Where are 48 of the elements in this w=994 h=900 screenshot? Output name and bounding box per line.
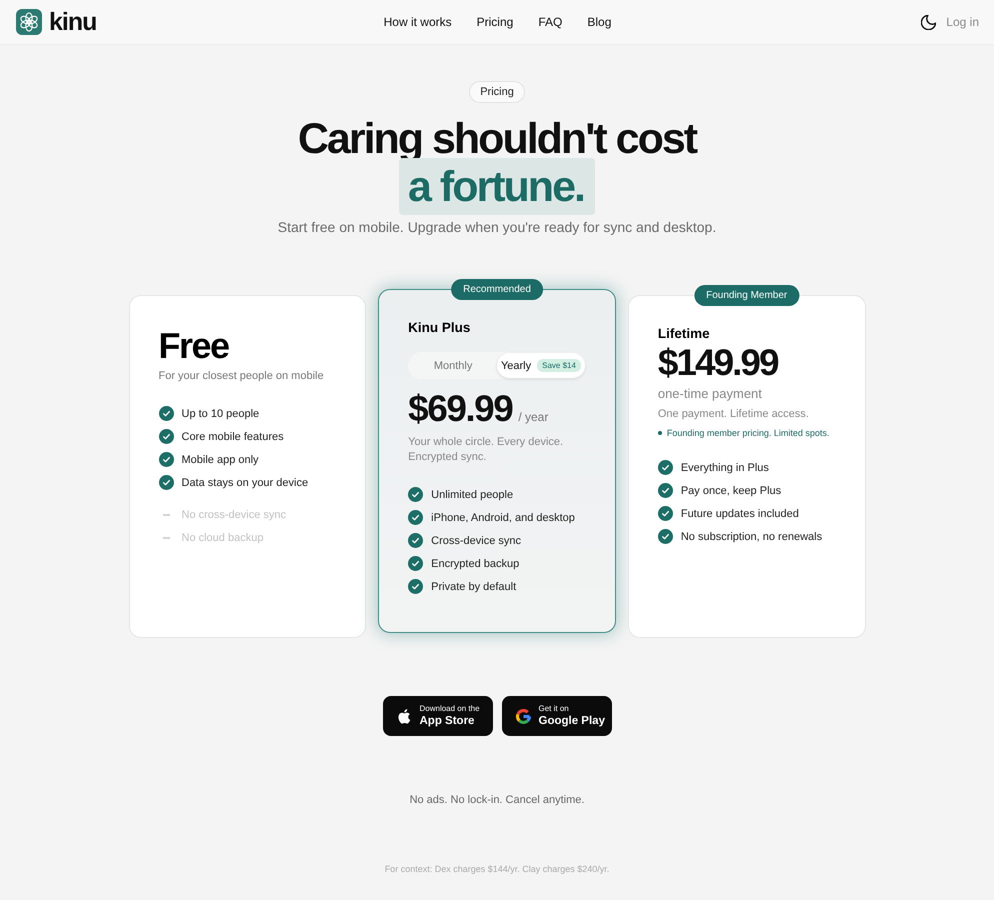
feature-text: iPhone, Android, and desktop xyxy=(431,512,575,524)
billing-option[interactable]: Monthly xyxy=(409,353,498,378)
plan-badge: Recommended xyxy=(451,279,543,300)
save-badge: Save $14 xyxy=(537,359,581,372)
plan-note: Founding member pricing. Limited spots. xyxy=(666,428,830,438)
plan-name: Free xyxy=(158,326,229,366)
hero-headline: Caring shouldn't cost a fortune. xyxy=(298,120,696,215)
hero-subtitle: Start free on mobile. Upgrade when you're ready for sync and desktop. xyxy=(278,219,716,235)
plan-name: Kinu Plus xyxy=(408,320,470,336)
feature-text: Up to 10 people xyxy=(182,408,260,420)
feature-text: Core mobile features xyxy=(182,430,284,442)
feature-text: Private by default xyxy=(431,580,516,592)
billing-option[interactable]: Yearly Save $14 xyxy=(497,353,585,378)
guarantee-text: No ads. No lock-in. Cancel anytime. xyxy=(410,794,584,806)
feature-text: No cross-device sync xyxy=(182,508,286,520)
section-label: Pricing xyxy=(469,81,525,103)
brand-name[interactable]: kinu xyxy=(49,8,96,36)
nav-link[interactable]: Blog xyxy=(587,15,612,29)
price-period: one-time payment xyxy=(658,386,762,401)
feature-text: Encrypted backup xyxy=(431,558,520,570)
plan-price: $69.99 xyxy=(408,389,512,429)
moon-icon[interactable] xyxy=(921,14,936,30)
plan-tagline: For your closest people on mobile xyxy=(158,370,324,382)
logo-icon[interactable] xyxy=(16,9,42,35)
feature-text: Cross-device sync xyxy=(431,534,522,546)
feature-text: Mobile app only xyxy=(182,454,259,466)
dot-icon xyxy=(658,431,662,435)
store-button[interactable]: Download on the App Store xyxy=(382,696,492,736)
plan-description: Your whole circle. Every device. Encrypted sync. xyxy=(408,435,564,465)
feature-text: No cloud backup xyxy=(182,532,264,544)
feature-text: Data stays on your device xyxy=(182,476,308,488)
price-period: / year xyxy=(518,410,548,424)
context-note: For context: Dex charges $144/yr. Clay charges $240/yr. xyxy=(384,864,610,874)
plan-badge: Founding Member xyxy=(694,285,800,306)
store-button[interactable]: Get it on Google Play xyxy=(502,696,612,736)
plan-name: Lifetime xyxy=(658,326,710,342)
feature-text: Everything in Plus xyxy=(680,462,769,474)
feature-text: No subscription, no renewals xyxy=(680,530,822,542)
feature-text: Pay once, keep Plus xyxy=(680,484,782,496)
nav-link[interactable]: Pricing xyxy=(476,15,514,29)
google-g-icon xyxy=(516,708,530,724)
feature-text: Unlimited people xyxy=(431,488,514,500)
apple-icon xyxy=(396,708,412,724)
nav-link[interactable]: FAQ xyxy=(538,15,562,29)
nav-link[interactable]: How it works xyxy=(384,15,452,29)
plan-price: $149.99 xyxy=(658,342,778,384)
feature-text: Future updates included xyxy=(680,508,799,520)
plan-description: One payment. Lifetime access. xyxy=(658,407,809,422)
